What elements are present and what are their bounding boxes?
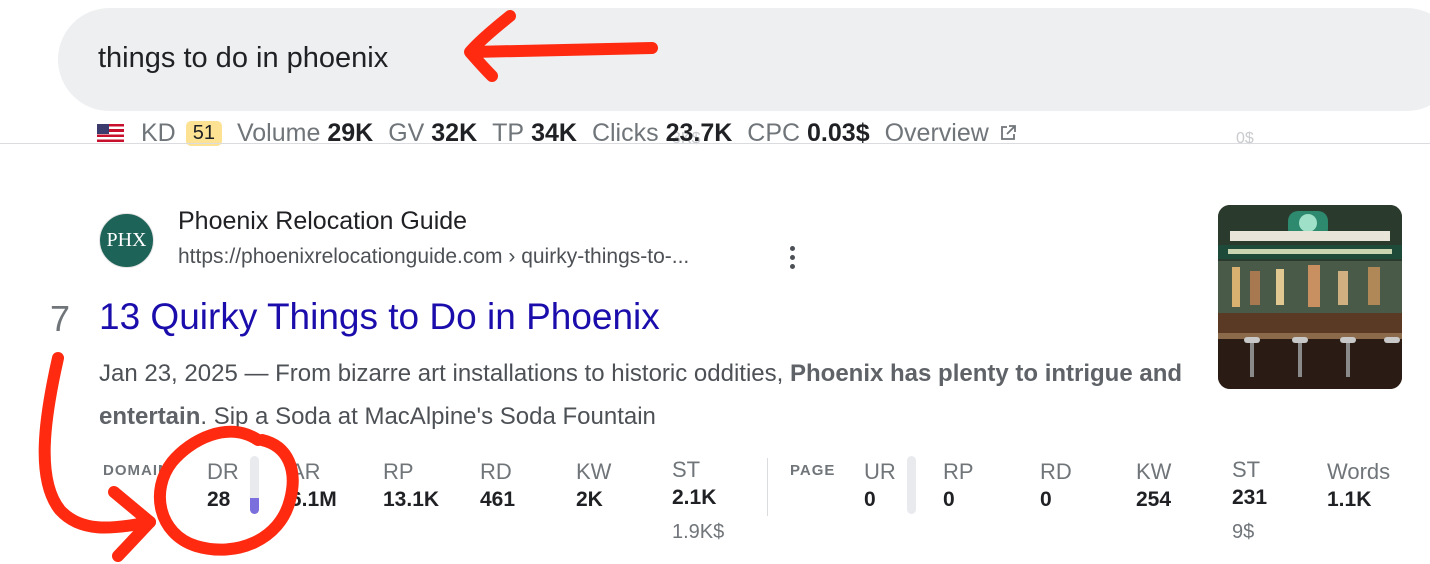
more-options-icon[interactable]	[786, 246, 798, 274]
st-value: 2.1K	[672, 486, 717, 509]
kw-value: 2K	[576, 488, 603, 511]
page-rp-label: RP	[943, 459, 974, 484]
st-label: ST	[672, 457, 701, 482]
rd-value: 461	[480, 488, 516, 511]
us-flag-icon	[97, 124, 124, 142]
kd-badge: 51	[185, 120, 222, 146]
rp-label: RP	[383, 459, 414, 484]
kw-label: KW	[576, 459, 612, 484]
stats-divider	[767, 458, 768, 516]
ur-value: 0	[864, 488, 876, 511]
page-st-label: ST	[1232, 457, 1261, 482]
faded-value-2: 0$	[1236, 130, 1254, 147]
favicon-text: PHX	[106, 229, 147, 251]
external-link-icon[interactable]	[999, 124, 1017, 142]
result-thumbnail[interactable]	[1218, 205, 1402, 389]
ur-bar	[907, 456, 916, 514]
result-url[interactable]: https://phoenixrelocationguide.com › qui…	[178, 245, 689, 269]
page-st-sub: 9$	[1232, 521, 1255, 543]
page-rd-value: 0	[1040, 488, 1052, 511]
page-kw-value: 254	[1136, 488, 1172, 511]
st-sub: 1.9K$	[672, 521, 725, 543]
site-favicon[interactable]: PHX	[99, 213, 154, 268]
site-name[interactable]: Phoenix Relocation Guide	[178, 207, 467, 236]
snippet-rest: . Sip a Soda at MacAlpine's Soda Fountai…	[200, 403, 656, 430]
page-rp-value: 0	[943, 488, 955, 511]
words-value: 1.1K	[1327, 488, 1372, 511]
divider	[0, 143, 1430, 144]
dr-value: 28	[207, 488, 231, 511]
result-title-link[interactable]: 13 Quirky Things to Do in Phoenix	[99, 296, 660, 338]
search-query-text[interactable]: things to do in phoenix	[98, 42, 388, 75]
ur-label: UR	[864, 459, 896, 484]
dr-bar	[250, 456, 259, 514]
dr-bar-fill	[250, 497, 259, 514]
rd-label: RD	[480, 459, 512, 484]
keyword-metrics-bar: KD 51 Volume 29K GV 32K TP 34K Clicks 23…	[97, 116, 1017, 150]
snippet-text: Jan 23, 2025 — From bizarre art installa…	[99, 360, 790, 387]
result-rank: 7	[50, 298, 71, 339]
dr-label: DR	[207, 459, 239, 484]
words-label: Words	[1327, 459, 1391, 484]
ar-value: 6.1M	[290, 488, 337, 511]
page-st-value: 231	[1232, 486, 1268, 509]
annotation-arrow-head	[108, 486, 156, 562]
result-snippet: Jan 23, 2025 — From bizarre art installa…	[99, 352, 1189, 438]
page-kw-label: KW	[1136, 459, 1172, 484]
rp-value: 13.1K	[383, 488, 440, 511]
ar-label: AR	[290, 459, 321, 484]
page-rd-label: RD	[1040, 459, 1072, 484]
domain-caption: DOMAIN	[103, 462, 170, 479]
page-caption: PAGE	[790, 462, 836, 479]
